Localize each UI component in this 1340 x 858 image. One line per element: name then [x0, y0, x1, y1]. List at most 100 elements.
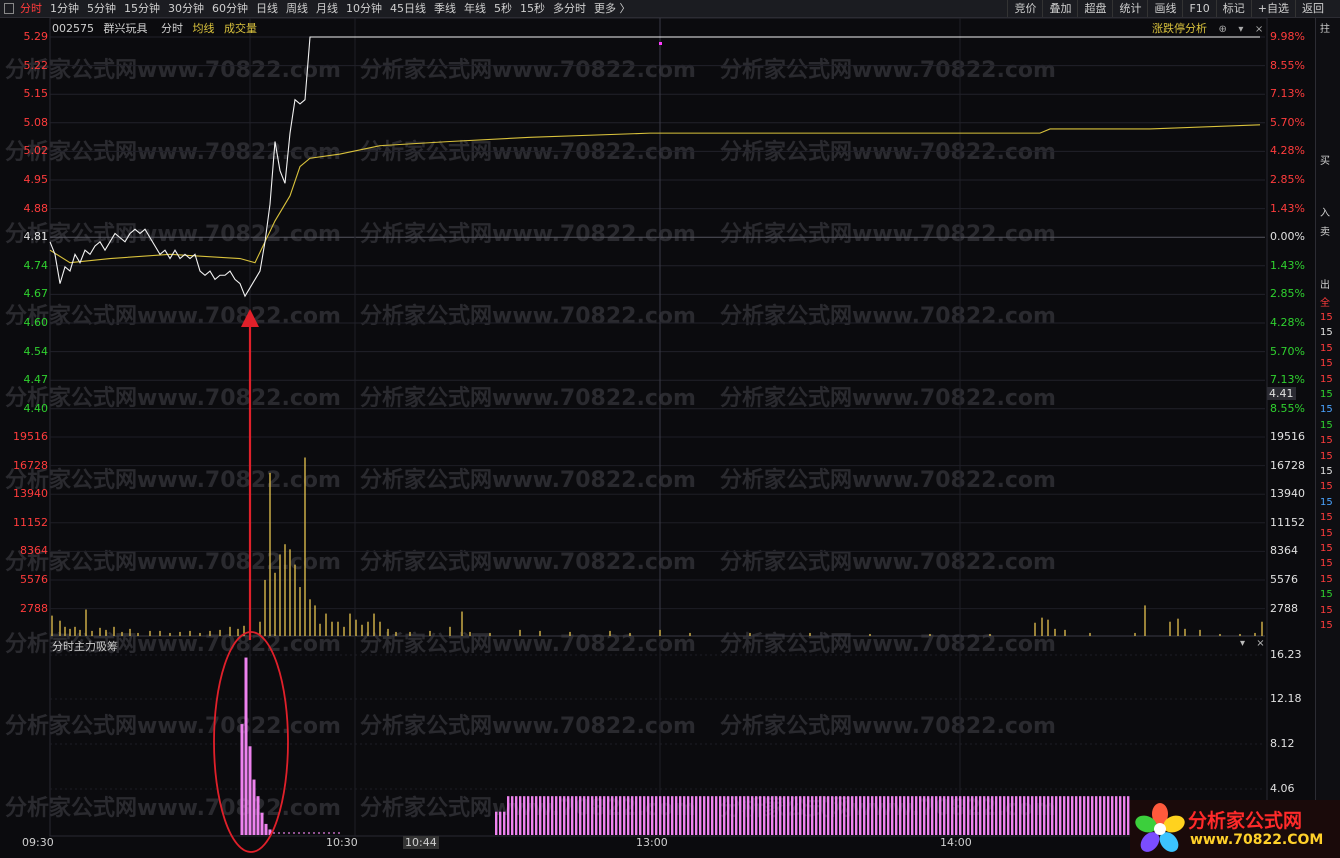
- volume-axis-label: 13940: [13, 487, 48, 501]
- period-tab-14[interactable]: 15秒: [516, 0, 549, 17]
- close-icon[interactable]: ×: [1256, 638, 1264, 649]
- chart-frame: [49, 18, 1268, 837]
- indicator-bar: [955, 796, 958, 835]
- period-tab-3[interactable]: 15分钟: [120, 0, 164, 17]
- period-tab-16[interactable]: 更多 〉: [590, 0, 635, 17]
- toolbar-action-0[interactable]: 竞价: [1007, 0, 1042, 17]
- side-strip-row: 15: [1320, 466, 1333, 477]
- indicator-bar: [240, 724, 244, 835]
- price-axis-label: 4.88: [23, 201, 49, 215]
- chart-mode-label: 分时: [161, 22, 183, 35]
- percent-axis-label: 8.55%: [1270, 401, 1305, 415]
- indicator-bar: [499, 811, 502, 835]
- indicator-bar: [871, 796, 874, 835]
- percent-axis-label: 0.00%: [1270, 230, 1305, 244]
- indicator-bar: [915, 796, 918, 835]
- indicator-bar: [823, 796, 826, 835]
- indicator-bar: [859, 796, 862, 835]
- volume-axis-label: 11152: [13, 515, 48, 529]
- indicator-dot: [283, 832, 285, 834]
- period-tab-7[interactable]: 周线: [282, 0, 312, 17]
- limit-analysis-button[interactable]: 涨跌停分析: [1152, 22, 1207, 35]
- period-tab-13[interactable]: 5秒: [490, 0, 516, 17]
- side-strip-row: 15: [1320, 543, 1333, 554]
- stock-code: 002575: [52, 22, 94, 35]
- period-tab-11[interactable]: 季线: [430, 0, 460, 17]
- indicator-bar: [659, 796, 662, 835]
- indicator-bar: [260, 812, 264, 835]
- indicator-bar: [895, 796, 898, 835]
- indicator-bar: [919, 796, 922, 835]
- toolbar-action-7[interactable]: +自选: [1250, 0, 1295, 17]
- chart-area: [0, 18, 1315, 858]
- percent-axis-label: 2.85%: [1270, 287, 1305, 301]
- percent-axis-label: 1.43%: [1270, 258, 1305, 272]
- indicator-bar: [495, 811, 498, 835]
- volume-axis-label-right: 8364: [1270, 544, 1298, 558]
- price-axis-label: 4.74: [23, 258, 49, 272]
- indicator-bar: [727, 796, 730, 835]
- period-tab-0[interactable]: 分时: [16, 0, 46, 17]
- indicator-bar: [911, 796, 914, 835]
- indicator-bar: [543, 796, 546, 835]
- indicator-bar: [723, 796, 726, 835]
- period-tab-2[interactable]: 5分钟: [83, 0, 120, 17]
- volume-axis-label-right: 2788: [1270, 601, 1298, 615]
- indicator-bar: [875, 796, 878, 835]
- indicator-axis-label: 16.23: [1270, 648, 1302, 661]
- chevron-down-icon[interactable]: ▾: [1240, 638, 1245, 649]
- side-strip-row: 15: [1320, 450, 1333, 462]
- volume-axis-label: 19516: [13, 430, 48, 443]
- indicator-bar: [623, 796, 626, 835]
- limit-marker: [659, 42, 662, 45]
- period-tab-10[interactable]: 45日线: [386, 0, 430, 17]
- chevron-down-icon[interactable]: ▾: [1238, 24, 1243, 35]
- indicator-bar: [671, 796, 674, 835]
- indicator-bar: [735, 796, 738, 835]
- indicator-bar: [855, 796, 858, 835]
- period-tab-6[interactable]: 日线: [252, 0, 282, 17]
- indicator-bar: [551, 796, 554, 835]
- indicator-bar: [607, 796, 610, 835]
- period-tab-12[interactable]: 年线: [460, 0, 490, 17]
- indicator-bar: [883, 796, 886, 835]
- indicator-bar: [591, 796, 594, 835]
- indicator-axis-label: 4.06: [1270, 782, 1295, 795]
- toolbar-action-1[interactable]: 叠加: [1042, 0, 1077, 17]
- period-tab-4[interactable]: 30分钟: [164, 0, 208, 17]
- volume-axis-label: 16728: [13, 458, 48, 472]
- indicator-bar: [747, 796, 750, 835]
- current-price-tag: 4.41: [1267, 387, 1296, 400]
- toolbar-action-4[interactable]: 画线: [1147, 0, 1182, 17]
- price-axis-label: 4.81: [23, 230, 49, 244]
- toolbar-action-6[interactable]: 标记: [1215, 0, 1251, 17]
- add-icon[interactable]: ⊕: [1219, 24, 1227, 35]
- toolbar-action-2[interactable]: 超盘: [1077, 0, 1112, 17]
- avg-price-line: [49, 124, 1261, 264]
- indicator-bar: [611, 796, 614, 835]
- toolbar-action-3[interactable]: 统计: [1112, 0, 1147, 17]
- indicator-bar: [703, 796, 706, 835]
- volume-axis-label: 5576: [20, 573, 48, 586]
- toolbar-action-8[interactable]: 返回: [1295, 0, 1330, 17]
- period-tab-15[interactable]: 多分时: [549, 0, 590, 17]
- annotation-arrow-head: [241, 309, 259, 327]
- indicator-bar: [963, 796, 966, 835]
- close-icon[interactable]: ×: [1255, 24, 1263, 35]
- period-tab-8[interactable]: 月线: [312, 0, 342, 17]
- side-strip-label-0: 拄: [1320, 24, 1330, 35]
- volume-axis-label-right: 13940: [1270, 487, 1305, 501]
- side-strip-row: 15: [1320, 358, 1333, 370]
- period-tab-9[interactable]: 10分钟: [342, 0, 386, 17]
- indicator-bar: [1071, 796, 1074, 835]
- indicator-bar: [583, 796, 586, 835]
- period-tab-5[interactable]: 60分钟: [208, 0, 252, 17]
- indicator-bar: [975, 796, 978, 835]
- indicator-bar: [787, 796, 790, 835]
- indicator-bar: [1015, 796, 1018, 835]
- indicator-bar: [655, 796, 658, 835]
- toolbar-action-5[interactable]: F10: [1182, 0, 1215, 17]
- menu-icon[interactable]: [4, 3, 14, 14]
- side-strip-row: 15: [1320, 496, 1333, 508]
- period-tab-1[interactable]: 1分钟: [46, 0, 83, 17]
